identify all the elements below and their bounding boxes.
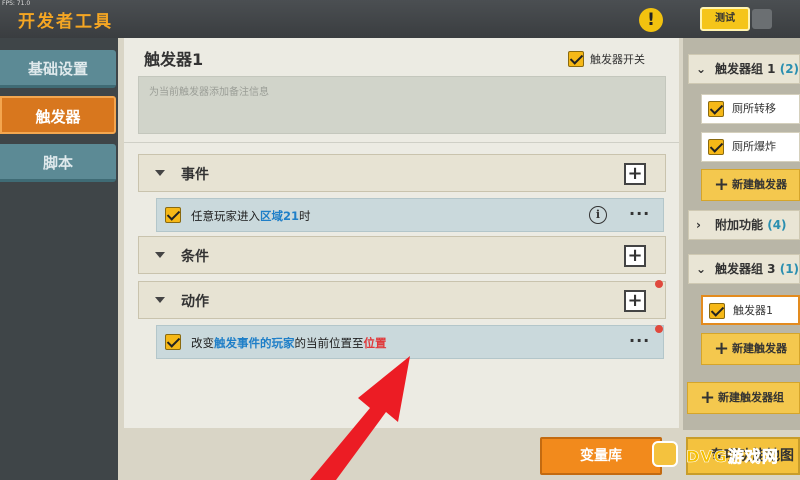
trigger-item-label: 触发器1 (733, 304, 773, 317)
section-action[interactable]: 动作 + (138, 281, 666, 319)
new-group-label: 新建触发器组 (718, 391, 784, 404)
add-event-button[interactable]: + (624, 163, 646, 185)
trigger-item-label: 厕所转移 (732, 102, 776, 115)
event-item-prefix: 任意玩家进入 (191, 209, 260, 223)
new-trigger-button[interactable]: + 新建触发器 (701, 333, 800, 365)
trigger-enable-label: 触发器开关 (590, 52, 645, 66)
red-arrow-annotation (310, 356, 410, 480)
notification-dot (655, 325, 663, 333)
add-condition-button[interactable]: + (624, 245, 646, 267)
chevron-down-icon: ⌄ (696, 262, 707, 276)
watermark: DVG游戏网 (648, 438, 800, 470)
test-button[interactable]: 测试 (700, 7, 750, 31)
plus-icon: + (714, 174, 730, 195)
event-item-row[interactable]: 任意玩家进入区域21时 i ··· (156, 198, 664, 232)
note-placeholder: 为当前触发器添加备注信息 (149, 87, 269, 98)
trigger-item-checkbox[interactable] (708, 101, 724, 117)
plus-icon: + (700, 387, 716, 408)
new-trigger-label: 新建触发器 (732, 178, 787, 191)
test-toggle[interactable] (752, 9, 772, 29)
trigger-list-item-selected[interactable]: 触发器1 (701, 295, 800, 325)
section-action-label: 动作 (181, 294, 209, 310)
more-options-icon[interactable]: ··· (629, 204, 650, 223)
variable-library-button[interactable]: 变量库 (540, 437, 662, 475)
trigger-item-label: 厕所爆炸 (732, 140, 776, 153)
right-sidebar: ⌄ 触发器组 1 (2) 厕所转移 厕所爆炸 + 新建触发器 › 附加功能 (4… (683, 38, 800, 430)
fps-counter: FPS: 71.0 (2, 0, 31, 7)
plus-icon: + (714, 338, 730, 359)
watermark-text: DVG游戏网 (686, 447, 779, 467)
event-item-checkbox[interactable] (165, 207, 181, 223)
section-event-label: 事件 (181, 167, 209, 183)
warning-icon[interactable]: ! (639, 8, 663, 32)
group-count: (4) (767, 218, 787, 232)
nav-tab-basic-settings[interactable]: 基础设置 (0, 50, 116, 88)
note-textarea[interactable]: 为当前触发器添加备注信息 (138, 76, 666, 134)
new-trigger-group-button[interactable]: + 新建触发器组 (687, 382, 800, 414)
trigger-group-3-header[interactable]: ⌄ 触发器组 3 (1) (688, 254, 800, 284)
app-title: 开发者工具 (18, 12, 113, 32)
trigger-list-item[interactable]: 厕所爆炸 (701, 132, 800, 162)
new-trigger-label: 新建触发器 (732, 342, 787, 355)
trigger-enable-switch[interactable]: 触发器开关 (568, 48, 645, 67)
collapse-triangle-icon[interactable] (155, 297, 165, 303)
nav-tab-triggers[interactable]: 触发器 (0, 96, 116, 134)
group-count: (1) (779, 262, 800, 276)
group-label: 附加功能 (715, 218, 764, 232)
action-item-prefix: 改变 (191, 336, 214, 350)
event-item-suffix: 时 (299, 209, 311, 223)
trigger-item-checkbox[interactable] (709, 303, 725, 319)
group-label: 触发器组 3 (715, 262, 776, 276)
top-bar: FPS: 71.0 开发者工具 ! 测试 (0, 0, 800, 38)
notification-dot (655, 280, 663, 288)
more-options-icon[interactable]: ··· (629, 331, 650, 350)
section-condition-label: 条件 (181, 249, 209, 265)
group-count: (2) (779, 62, 800, 76)
trigger-group-1-header[interactable]: ⌄ 触发器组 1 (2) (688, 54, 800, 84)
extra-features-group-header[interactable]: › 附加功能 (4) (688, 210, 800, 240)
section-condition[interactable]: 条件 + (138, 236, 666, 274)
divider (124, 142, 679, 143)
trigger-list-item[interactable]: 厕所转移 (701, 94, 800, 124)
trigger-enable-checkbox[interactable] (568, 50, 584, 67)
group-label: 触发器组 1 (715, 62, 776, 76)
left-sidebar: 基础设置 触发器 脚本 (0, 38, 118, 480)
event-area-link[interactable]: 区域21 (260, 209, 299, 223)
event-item-text: 任意玩家进入区域21时 (191, 208, 311, 224)
chevron-down-icon: ⌄ (696, 62, 707, 76)
gamepad-icon (652, 441, 678, 467)
trigger-item-checkbox[interactable] (708, 139, 724, 155)
nav-tab-scripts[interactable]: 脚本 (0, 144, 116, 182)
collapse-triangle-icon[interactable] (155, 170, 165, 176)
collapse-triangle-icon[interactable] (155, 252, 165, 258)
add-action-button[interactable]: + (624, 290, 646, 312)
new-trigger-button[interactable]: + 新建触发器 (701, 169, 800, 201)
section-event[interactable]: 事件 + (138, 154, 666, 192)
chevron-right-icon: › (696, 218, 701, 232)
action-item-checkbox[interactable] (165, 334, 181, 350)
trigger-title: 触发器1 (144, 50, 204, 69)
info-icon[interactable]: i (589, 206, 607, 224)
